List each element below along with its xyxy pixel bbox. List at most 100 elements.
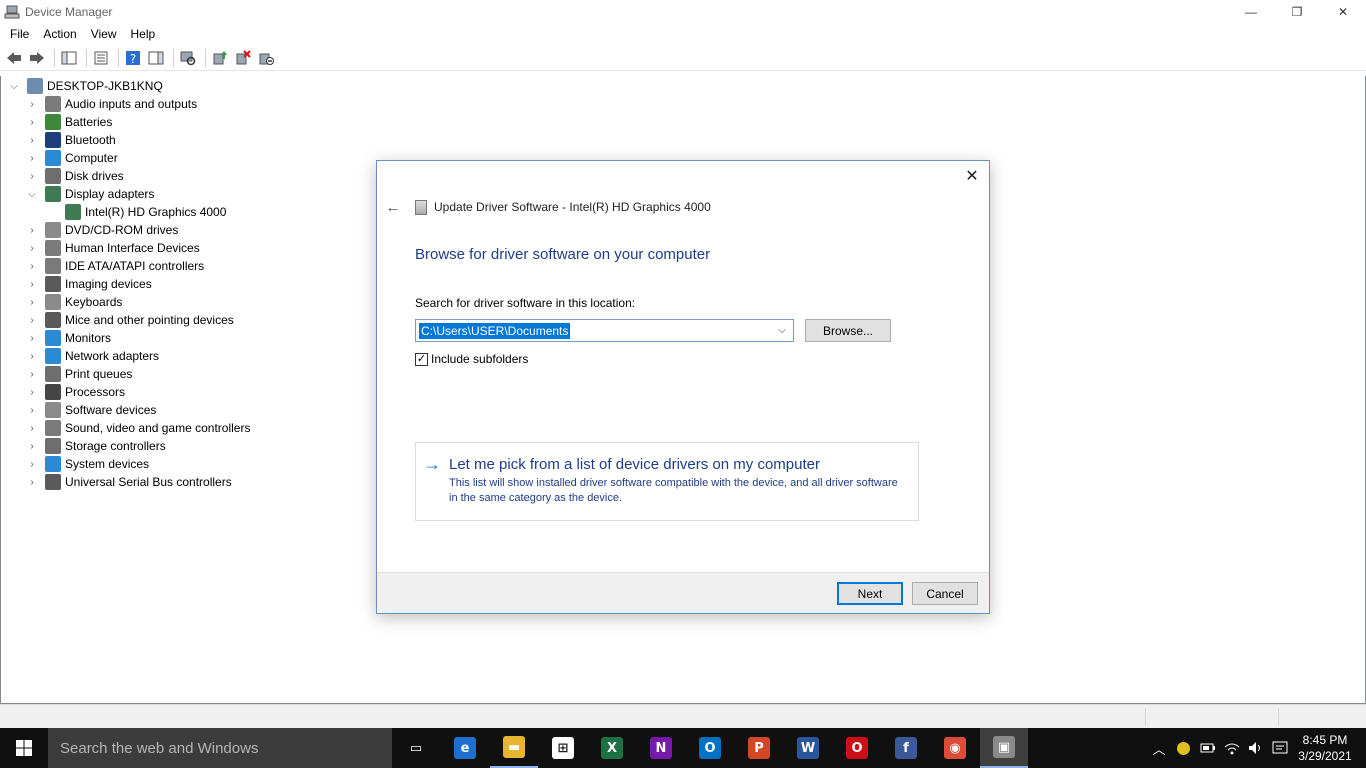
tree-item[interactable]: › IDE ATA/ATAPI controllers bbox=[27, 257, 204, 275]
tree-item[interactable]: › Batteries bbox=[27, 113, 112, 131]
taskbar-word-button[interactable]: W bbox=[784, 728, 832, 768]
expand-icon[interactable]: › bbox=[27, 131, 37, 149]
tree-item[interactable]: › Print queues bbox=[27, 365, 132, 383]
help-icon[interactable]: ? bbox=[123, 48, 143, 68]
expand-icon[interactable]: › bbox=[27, 473, 37, 491]
include-subfolders-row[interactable]: ✓ Include subfolders bbox=[415, 351, 528, 367]
expand-icon[interactable]: › bbox=[27, 311, 37, 329]
menu-help[interactable]: Help bbox=[124, 24, 163, 44]
taskbar-onenote-button[interactable]: N bbox=[637, 728, 685, 768]
collapse-icon[interactable]: ⌵ bbox=[9, 77, 19, 95]
tree-item-label[interactable]: Universal Serial Bus controllers bbox=[65, 475, 232, 489]
expand-icon[interactable]: › bbox=[27, 221, 37, 239]
tree-item[interactable]: › System devices bbox=[27, 455, 149, 473]
tree-item-label[interactable]: Disk drives bbox=[65, 169, 124, 183]
tree-item[interactable]: › Monitors bbox=[27, 329, 111, 347]
tree-item[interactable]: › Processors bbox=[27, 383, 125, 401]
expand-icon[interactable]: › bbox=[27, 365, 37, 383]
tree-root[interactable]: ⌵ DESKTOP-JKB1KNQ bbox=[9, 77, 163, 95]
tree-item[interactable]: › Mice and other pointing devices bbox=[27, 311, 234, 329]
tree-item[interactable]: › Keyboards bbox=[27, 293, 122, 311]
pick-from-list-option[interactable]: → Let me pick from a list of device driv… bbox=[415, 442, 919, 521]
chevron-down-icon[interactable]: ⌵ bbox=[775, 323, 789, 338]
tree-item-label[interactable]: Audio inputs and outputs bbox=[65, 97, 197, 111]
back-icon[interactable] bbox=[4, 48, 24, 68]
tree-item-label[interactable]: Software devices bbox=[65, 403, 156, 417]
driver-path-value[interactable]: C:\Users\USER\Documents bbox=[419, 322, 571, 339]
expand-icon[interactable]: › bbox=[27, 329, 37, 347]
tree-item[interactable]: › Universal Serial Bus controllers bbox=[27, 473, 232, 491]
tree-item[interactable]: › Audio inputs and outputs bbox=[27, 95, 197, 113]
back-arrow-icon[interactable]: ← bbox=[383, 197, 403, 217]
tree-item-label[interactable]: Mice and other pointing devices bbox=[65, 313, 234, 327]
tree-item-label[interactable]: Keyboards bbox=[65, 295, 122, 309]
taskbar-task-view-button[interactable]: ▭ bbox=[392, 728, 440, 768]
taskbar-facebook-button[interactable]: f bbox=[882, 728, 930, 768]
expand-icon[interactable]: › bbox=[27, 347, 37, 365]
tree-item[interactable]: › Network adapters bbox=[27, 347, 159, 365]
include-subfolders-label[interactable]: Include subfolders bbox=[431, 352, 528, 366]
browse-button[interactable]: Browse... bbox=[805, 319, 891, 342]
tree-item-label[interactable]: Human Interface Devices bbox=[65, 241, 200, 255]
close-button[interactable]: ✕ bbox=[1320, 0, 1366, 24]
tree-item-label[interactable]: Display adapters bbox=[65, 187, 154, 201]
forward-icon[interactable] bbox=[27, 48, 47, 68]
tree-item[interactable]: › Disk drives bbox=[27, 167, 124, 185]
app-tray-icon[interactable] bbox=[1174, 728, 1192, 768]
restore-button[interactable]: ❐ bbox=[1274, 0, 1320, 24]
tree-item-label[interactable]: Sound, video and game controllers bbox=[65, 421, 250, 435]
tree-item-label[interactable]: DVD/CD-ROM drives bbox=[65, 223, 178, 237]
tree-item-label[interactable]: Monitors bbox=[65, 331, 111, 345]
tree-item-label[interactable]: Processors bbox=[65, 385, 125, 399]
taskbar-search-box[interactable]: Search the web and Windows bbox=[48, 728, 392, 768]
battery-icon[interactable] bbox=[1198, 728, 1218, 768]
dialog-close-button[interactable]: ✕ bbox=[959, 165, 985, 187]
taskbar-store-button[interactable]: ⊞ bbox=[539, 728, 587, 768]
taskbar-device-manager-button[interactable]: ▣ bbox=[980, 728, 1028, 768]
search-placeholder[interactable]: Search the web and Windows bbox=[60, 740, 258, 757]
tree-item-label[interactable]: Print queues bbox=[65, 367, 132, 381]
driver-path-combobox[interactable]: C:\Users\USER\Documents ⌵ bbox=[415, 319, 794, 342]
tree-item-label[interactable]: System devices bbox=[65, 457, 149, 471]
expand-icon[interactable]: › bbox=[27, 167, 37, 185]
tree-item-label[interactable]: Bluetooth bbox=[65, 133, 116, 147]
expand-icon[interactable]: › bbox=[27, 95, 37, 113]
expand-icon[interactable]: › bbox=[27, 437, 37, 455]
show-hidden-icons-chevron-icon[interactable]: ︿ bbox=[1150, 728, 1168, 768]
tree-item[interactable]: › DVD/CD-ROM drives bbox=[27, 221, 178, 239]
tree-item[interactable]: › Computer bbox=[27, 149, 118, 167]
taskbar-outlook-button[interactable]: O bbox=[686, 728, 734, 768]
uninstall-device-icon[interactable] bbox=[233, 48, 253, 68]
tree-item[interactable]: › Human Interface Devices bbox=[27, 239, 200, 257]
expand-icon[interactable]: › bbox=[27, 275, 37, 293]
tree-item-label[interactable]: Network adapters bbox=[65, 349, 159, 363]
menu-action[interactable]: Action bbox=[36, 24, 83, 44]
taskbar-clock[interactable]: 8:45 PM 3/29/2021 bbox=[1293, 728, 1357, 768]
tree-item-label[interactable]: Computer bbox=[65, 151, 118, 165]
tree-item[interactable]: › Storage controllers bbox=[27, 437, 166, 455]
menu-file[interactable]: File bbox=[3, 24, 36, 44]
taskbar-file-explorer-button[interactable]: ▬ bbox=[490, 728, 538, 768]
disable-device-icon[interactable] bbox=[256, 48, 276, 68]
tree-item[interactable]: ⌵ Display adapters bbox=[27, 185, 154, 203]
tree-item-label[interactable]: IDE ATA/ATAPI controllers bbox=[65, 259, 204, 273]
scan-hardware-changes-icon[interactable] bbox=[178, 48, 198, 68]
tree-item-label[interactable]: Storage controllers bbox=[65, 439, 166, 453]
expand-icon[interactable]: › bbox=[27, 419, 37, 437]
taskbar-chrome-button[interactable]: ◉ bbox=[931, 728, 979, 768]
taskbar-opera-button[interactable]: O bbox=[833, 728, 881, 768]
tree-item[interactable]: › Imaging devices bbox=[27, 275, 152, 293]
expand-icon[interactable]: › bbox=[27, 257, 37, 275]
expand-icon[interactable]: › bbox=[27, 239, 37, 257]
show-hide-action-pane-icon[interactable] bbox=[146, 48, 166, 68]
taskbar-edge-button[interactable]: e bbox=[441, 728, 489, 768]
next-button[interactable]: Next bbox=[837, 582, 903, 605]
expand-icon[interactable]: › bbox=[27, 383, 37, 401]
start-button[interactable] bbox=[0, 728, 48, 768]
menu-view[interactable]: View bbox=[84, 24, 124, 44]
show-hide-console-tree-icon[interactable] bbox=[59, 48, 79, 68]
include-subfolders-checkbox[interactable]: ✓ bbox=[415, 352, 428, 366]
update-driver-icon[interactable] bbox=[210, 48, 230, 68]
expand-icon[interactable]: › bbox=[27, 293, 37, 311]
minimize-button[interactable]: — bbox=[1228, 0, 1274, 24]
